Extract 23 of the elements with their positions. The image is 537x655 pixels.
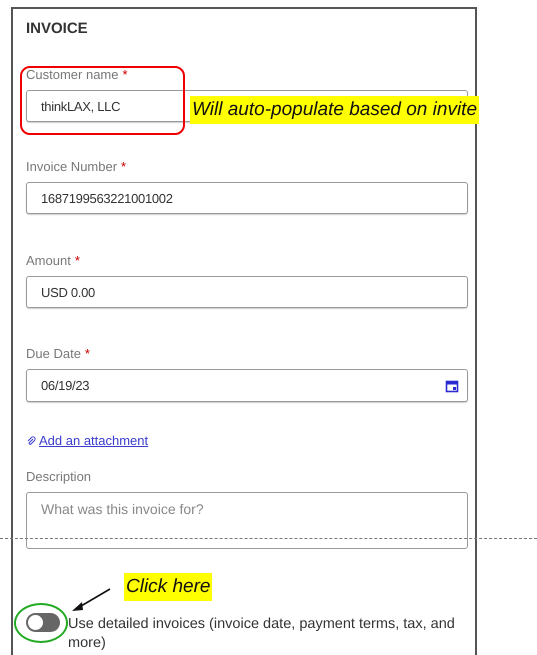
panel-title: INVOICE bbox=[26, 19, 89, 39]
field-label: Description bbox=[26, 468, 92, 484]
paperclip-icon bbox=[26, 436, 36, 446]
field-label: Amount bbox=[26, 253, 71, 269]
input-field[interactable]: 1687199563221001002 bbox=[26, 182, 468, 214]
description-field[interactable]: What was this invoice for? bbox=[26, 492, 468, 548]
add-attachment-link[interactable]: Add an attachment bbox=[26, 433, 148, 448]
required-mark: * bbox=[122, 67, 128, 83]
required-mark: * bbox=[84, 346, 90, 362]
required-mark: * bbox=[121, 159, 126, 175]
pointer-arrow bbox=[70, 587, 112, 613]
field-label: Invoice Number bbox=[26, 159, 118, 175]
field-label: Due Date bbox=[26, 346, 81, 362]
callout-ellipse bbox=[14, 603, 68, 643]
input-field[interactable]: USD 0.00 bbox=[26, 276, 468, 308]
toggle-label: Use detailed invoices (invoice date, payment terms, tax, and more) bbox=[68, 614, 456, 652]
date-field[interactable]: 06/19/23 bbox=[26, 369, 468, 402]
toggle-switch[interactable] bbox=[26, 612, 60, 632]
calendar-icon[interactable] bbox=[445, 378, 459, 392]
annotation-tooltip: Will auto-populate based on invite bbox=[190, 96, 480, 124]
field-label: Customer name bbox=[26, 67, 118, 83]
required-mark: * bbox=[74, 253, 80, 269]
annotation-tooltip: Click here bbox=[124, 573, 212, 601]
